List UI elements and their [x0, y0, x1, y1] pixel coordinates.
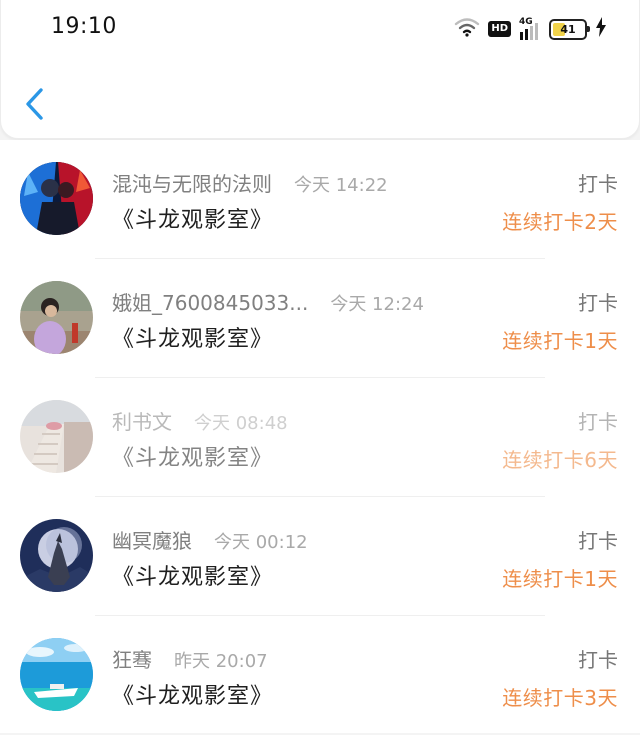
list-item[interactable]: 混沌与无限的法则 今天 14:22 《斗龙观影室》 打卡 连续打卡2天: [0, 140, 640, 259]
user-info: 娥姐_7600845033... 今天 12:24: [112, 287, 424, 316]
checkin-label: 打卡: [578, 410, 618, 434]
checkin-list: 混沌与无限的法则 今天 14:22 《斗龙观影室》 打卡 连续打卡2天 娥姐_76…: [0, 140, 640, 733]
room-title: 《斗龙观影室》: [112, 565, 274, 590]
wifi-icon: [454, 17, 480, 41]
battery-level: 41: [560, 22, 576, 36]
user-name[interactable]: 狂骞: [112, 648, 152, 672]
user-info: 狂骞 昨天 20:07: [112, 644, 268, 673]
battery-icon: 41: [549, 18, 590, 40]
back-button[interactable]: [21, 86, 51, 122]
user-name[interactable]: 利书文: [112, 410, 172, 434]
avatar[interactable]: [20, 162, 93, 235]
streak-label: 连续打卡2天: [502, 210, 618, 234]
streak-label: 连续打卡6天: [502, 448, 618, 472]
user-name[interactable]: 幽冥魔狼: [112, 529, 192, 553]
signal-4g-icon: 4G: [519, 17, 541, 40]
avatar[interactable]: [20, 400, 93, 473]
list-item[interactable]: 利书文 今天 08:48 《斗龙观影室》 打卡 连续打卡6天: [0, 378, 640, 497]
list-item[interactable]: 狂骞 昨天 20:07 《斗龙观影室》 打卡 连续打卡3天: [0, 616, 640, 735]
checkin-label: 打卡: [578, 529, 618, 553]
user-info: 混沌与无限的法则 今天 14:22: [112, 168, 388, 197]
list-item[interactable]: 娥姐_7600845033... 今天 12:24 《斗龙观影室》 打卡 连续打卡…: [0, 259, 640, 378]
checkin-label: 打卡: [578, 648, 618, 672]
checkin-time: 今天 14:22: [294, 175, 388, 196]
streak-label: 连续打卡3天: [502, 686, 618, 710]
chevron-left-icon: [26, 88, 43, 120]
room-title: 《斗龙观影室》: [112, 327, 274, 352]
user-name[interactable]: 混沌与无限的法则: [112, 172, 272, 196]
checkin-label: 打卡: [578, 291, 618, 315]
hd-icon: HD: [488, 21, 511, 37]
status-bar: 19:10 HD 4G 41: [1, 0, 640, 56]
list-item[interactable]: 幽冥魔狼 今天 00:12 《斗龙观影室》 打卡 连续打卡1天: [0, 497, 640, 616]
avatar[interactable]: [20, 281, 93, 354]
avatar[interactable]: [20, 638, 93, 711]
room-title: 《斗龙观影室》: [112, 208, 274, 233]
room-title: 《斗龙观影室》: [112, 684, 274, 709]
checkin-time: 今天 12:24: [330, 294, 424, 315]
user-name[interactable]: 娥姐_7600845033...: [112, 291, 308, 315]
checkin-label: 打卡: [578, 172, 618, 196]
avatar[interactable]: [20, 519, 93, 592]
status-icons: HD 4G 41: [454, 16, 607, 42]
top-header: 19:10 HD 4G 41: [0, 0, 640, 139]
user-info: 利书文 今天 08:48: [112, 406, 288, 435]
checkin-time: 今天 00:12: [214, 532, 308, 553]
user-info: 幽冥魔狼 今天 00:12: [112, 525, 308, 554]
streak-label: 连续打卡1天: [502, 329, 618, 353]
checkin-time: 今天 08:48: [194, 413, 288, 434]
checkin-time: 昨天 20:07: [174, 651, 268, 672]
status-time: 19:10: [51, 14, 117, 39]
room-title: 《斗龙观影室》: [112, 446, 274, 471]
streak-label: 连续打卡1天: [502, 567, 618, 591]
charging-icon: [595, 17, 607, 41]
